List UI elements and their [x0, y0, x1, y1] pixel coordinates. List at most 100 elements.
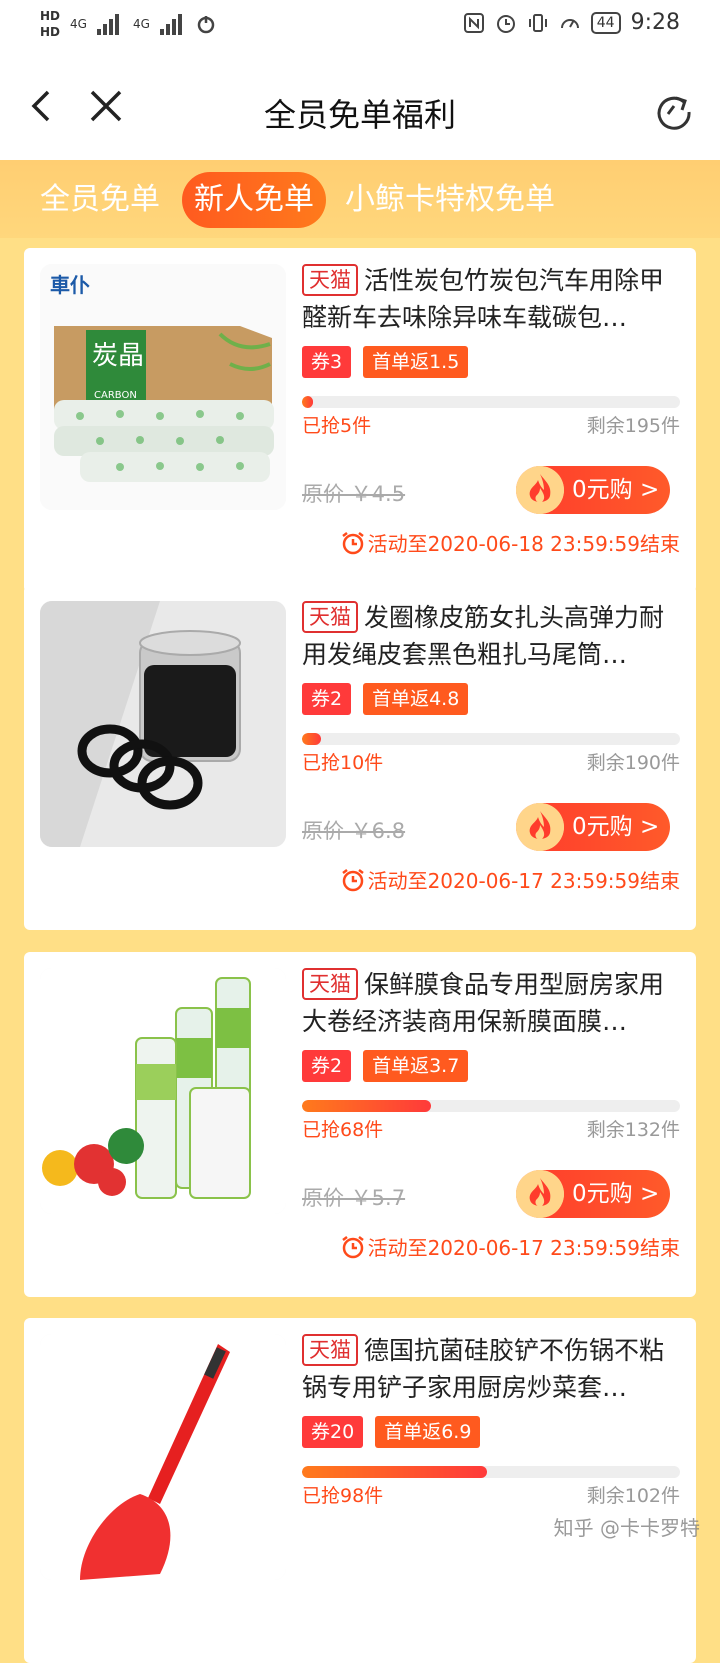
deadline: 活动至2020-06-17 23:59:59结束 — [340, 1232, 680, 1261]
flame-icon — [516, 466, 564, 514]
tag-row: 券20 首单返6.9 — [302, 1416, 680, 1450]
rebate-tag: 首单返3.7 — [363, 1050, 469, 1082]
remaining-count: 剩余190件 — [586, 752, 680, 774]
status-bar: HD HD 4G 4G 44 9:28 — [0, 0, 720, 50]
grabbed-count: 已抢5件 — [302, 415, 372, 437]
sales-progress-bar — [302, 1466, 680, 1478]
buy-button-label: 0元购 > — [572, 477, 660, 503]
product-title[interactable]: 天猫 保鲜膜食品专用型厨房家用大卷经济装商用保新膜面膜… — [302, 966, 680, 1040]
status-left: HD HD 4G 4G — [40, 8, 216, 40]
sales-progress-fill — [302, 733, 321, 745]
sales-progress-fill — [302, 1100, 431, 1112]
refresh-icon[interactable] — [654, 92, 694, 132]
coupon-tag: 券2 — [302, 1050, 352, 1082]
product-title[interactable]: 天猫 发圈橡皮筋女扎头高弹力耐用发绳皮套黑色粗扎马尾筒… — [302, 599, 680, 673]
product-info: 天猫 发圈橡皮筋女扎头高弹力耐用发绳皮套黑色粗扎马尾筒… 券2 首单返4.8 已抢… — [302, 599, 680, 855]
grabbed-count: 已抢98件 — [302, 1485, 384, 1507]
hd-label-1: HD — [40, 9, 61, 23]
flame-icon — [516, 1170, 564, 1218]
nav-bar: 全员免单福利 — [0, 50, 720, 160]
tab-newcomer-free[interactable]: 新人免单 — [182, 172, 326, 228]
sales-counts: 已抢10件 剩余190件 — [302, 749, 680, 777]
clock: 9:28 — [630, 10, 680, 35]
nfc-icon — [463, 12, 484, 33]
zero-yuan-buy-button[interactable]: 0元购 > — [516, 803, 670, 851]
deadline: 活动至2020-06-18 23:59:59结束 — [340, 528, 680, 557]
grabbed-count: 已抢68件 — [302, 1119, 384, 1141]
product-card[interactable]: 天猫 发圈橡皮筋女扎头高弹力耐用发绳皮套黑色粗扎马尾筒… 券2 首单返4.8 已抢… — [24, 585, 696, 930]
alarm-clock-icon — [341, 1235, 364, 1258]
product-image[interactable] — [40, 968, 286, 1214]
remaining-count: 剩余132件 — [586, 1119, 680, 1141]
product-info: 天猫 活性炭包竹炭包汽车用除甲醛新车去味除异味车载碳包… 券3 首单返1.5 已抢… — [302, 262, 680, 518]
cling-film-image — [40, 968, 286, 1214]
tmall-badge: 天猫 — [302, 1334, 358, 1366]
brand-logo: 車仆 — [50, 273, 90, 297]
signal-icon — [159, 13, 186, 35]
zero-yuan-buy-button[interactable]: 0元购 > — [516, 1170, 670, 1218]
status-right: 44 9:28 — [463, 10, 680, 35]
rebate-tag: 首单返1.5 — [363, 346, 469, 378]
price-row: 原价 ￥4.5 0元购 > — [302, 466, 680, 518]
alarm-clock-icon — [341, 531, 364, 554]
original-price: 原价 ￥5.7 — [302, 1186, 406, 1210]
signal-icon — [96, 13, 123, 35]
original-price: 原价 ￥6.8 — [302, 819, 406, 843]
box-sub-label: CARBON — [94, 390, 137, 401]
network-label-1: 4G — [70, 17, 87, 31]
sales-counts: 已抢5件 剩余195件 — [302, 412, 680, 440]
network-label-2: 4G — [132, 17, 150, 31]
buy-button-label: 0元购 > — [572, 814, 660, 840]
tmall-badge: 天猫 — [302, 601, 358, 633]
sales-progress-bar — [302, 1100, 680, 1112]
flame-icon — [516, 803, 564, 851]
speed-icon — [560, 18, 579, 28]
product-image[interactable] — [40, 601, 286, 847]
hd-label-2: HD — [40, 25, 61, 39]
tmall-badge: 天猫 — [302, 264, 358, 296]
watermark: 知乎 @卡卡罗特 — [553, 1516, 700, 1540]
product-info: 天猫 保鲜膜食品专用型厨房家用大卷经济装商用保新膜面膜… 券2 首单返3.7 已抢… — [302, 966, 680, 1222]
product-image[interactable] — [40, 1334, 286, 1580]
original-price: 原价 ￥4.5 — [302, 482, 406, 506]
charcoal-bag-image: 車仆 炭晶 CARBON — [40, 264, 286, 510]
sales-progress-bar — [302, 733, 680, 745]
hair-tie-image — [40, 601, 286, 847]
product-title[interactable]: 天猫 活性炭包竹炭包汽车用除甲醛新车去味除异味车载碳包… — [302, 262, 680, 336]
remaining-count: 剩余102件 — [586, 1485, 680, 1507]
grabbed-count: 已抢10件 — [302, 752, 384, 774]
tag-row: 券2 首单返3.7 — [302, 1050, 680, 1084]
tabs-bar: 全员免单 新人免单 小鲸卡特权免单 — [0, 160, 720, 238]
tag-row: 券3 首单返1.5 — [302, 346, 680, 380]
deadline: 活动至2020-06-17 23:59:59结束 — [340, 865, 680, 894]
tab-all-free[interactable]: 全员免单 — [40, 172, 160, 228]
product-card[interactable]: 天猫 保鲜膜食品专用型厨房家用大卷经济装商用保新膜面膜… 券2 首单返3.7 已抢… — [24, 952, 696, 1297]
product-card[interactable]: 天猫 德国抗菌硅胶铲不伤锅不粘锅专用铲子家用厨房炒菜套… 券20 首单返6.9 已… — [24, 1318, 696, 1663]
sales-progress-bar — [302, 396, 680, 408]
battery-level: 44 — [590, 11, 621, 34]
notification-icon — [197, 16, 215, 34]
vibrate-icon — [528, 13, 547, 32]
zero-yuan-buy-button[interactable]: 0元购 > — [516, 466, 670, 514]
sales-counts: 已抢68件 剩余132件 — [302, 1116, 680, 1144]
tab-card-privilege-free[interactable]: 小鲸卡特权免单 — [345, 172, 555, 228]
product-card[interactable]: 車仆 炭晶 CARBON 天猫 活性炭包竹炭包汽车用除甲醛新车去味除异味车载碳包… — [24, 248, 696, 593]
coupon-tag: 券2 — [302, 683, 352, 715]
product-title[interactable]: 天猫 德国抗菌硅胶铲不伤锅不粘锅专用铲子家用厨房炒菜套… — [302, 1332, 680, 1406]
box-label: 炭晶 — [92, 341, 144, 371]
rebate-tag: 首单返4.8 — [363, 683, 469, 715]
product-image[interactable]: 車仆 炭晶 CARBON — [40, 264, 286, 510]
sales-progress-fill — [302, 396, 314, 408]
sales-progress-fill — [302, 1466, 488, 1478]
coupon-tag: 券3 — [302, 346, 352, 378]
alarm-icon — [496, 14, 515, 33]
hd-indicator: HD HD — [40, 8, 60, 40]
rebate-tag: 首单返6.9 — [375, 1416, 481, 1448]
tag-row: 券2 首单返4.8 — [302, 683, 680, 717]
product-info: 天猫 德国抗菌硅胶铲不伤锅不粘锅专用铲子家用厨房炒菜套… 券20 首单返6.9 已… — [302, 1332, 680, 1510]
buy-button-label: 0元购 > — [572, 1181, 660, 1207]
deadline-text: 活动至2020-06-17 23:59:59结束 — [367, 869, 680, 893]
price-row: 原价 ￥5.7 0元购 > — [302, 1170, 680, 1222]
deadline-text: 活动至2020-06-17 23:59:59结束 — [367, 1236, 680, 1260]
tmall-badge: 天猫 — [302, 968, 358, 1000]
